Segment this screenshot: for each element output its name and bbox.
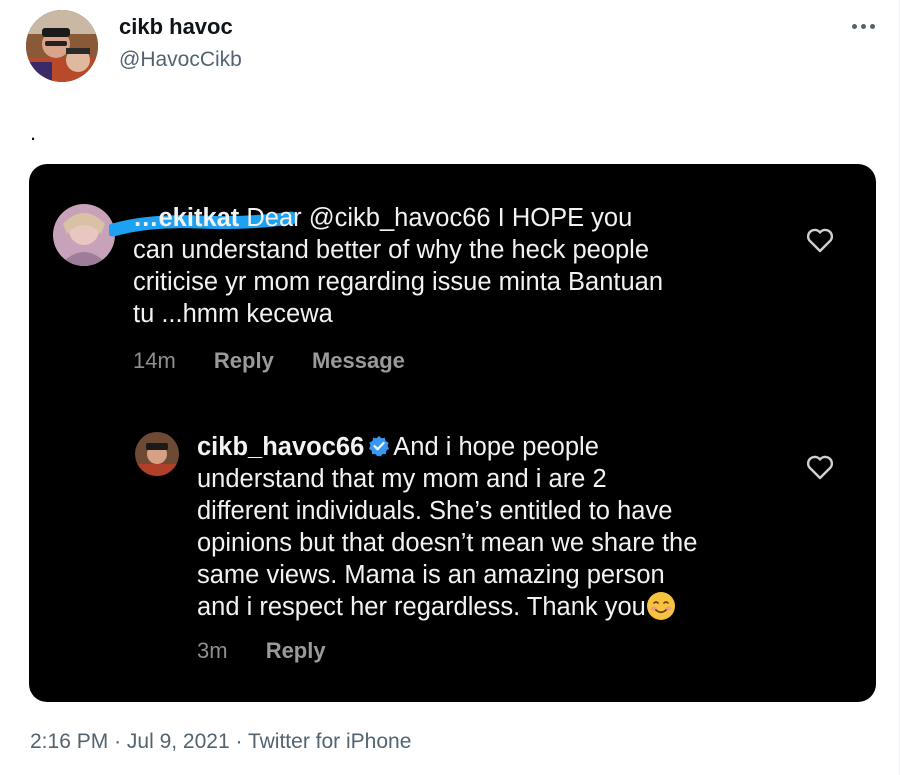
comment-1-line-2: can understand better of why the heck pe… xyxy=(133,236,650,264)
profile-avatar[interactable] xyxy=(26,10,98,82)
comment-2-line-6: and i respect her regardless. Thank you xyxy=(197,593,646,621)
comment-2-text: cikb_havoc66 And i hope people understan… xyxy=(197,431,697,623)
comment-2-line-3: different individuals. She’s entitled to… xyxy=(197,497,673,525)
tweet-text: . xyxy=(30,120,37,145)
separator: · xyxy=(114,730,122,753)
verified-badge-icon xyxy=(369,436,390,457)
user-handle[interactable]: @HavocCikb xyxy=(119,48,242,72)
comment-2-line-5: same views. Mama is an amazing person xyxy=(197,561,665,589)
more-options-button[interactable] xyxy=(846,12,880,40)
tweet-source[interactable]: Twitter for iPhone xyxy=(248,730,411,753)
comment-1-line-1: Dear @cikb_havoc66 I HOPE you xyxy=(246,204,633,232)
comment-1-line-3: criticise yr mom regarding issue minta B… xyxy=(133,268,664,296)
comment-2-reply-button[interactable]: Reply xyxy=(266,638,326,664)
display-name[interactable]: cikb havoc xyxy=(119,14,233,40)
comment-1-message-button[interactable]: Message xyxy=(312,348,405,374)
heart-outline-icon[interactable] xyxy=(806,227,834,253)
comment-2-username[interactable]: cikb_havoc66 xyxy=(197,433,364,461)
comment-2-line-2: understand that my mom and i are 2 xyxy=(197,465,607,493)
more-horizontal-icon xyxy=(850,23,877,29)
heart-outline-icon[interactable] xyxy=(806,454,834,480)
tweet-time[interactable]: 2:16 PM xyxy=(30,730,108,753)
comment-1-time: 14m xyxy=(133,348,176,373)
tweet-media-image[interactable]: …ekitkat Dear @cikb_havoc66 I HOPE you c… xyxy=(29,164,876,702)
comment-1-reply-button[interactable]: Reply xyxy=(214,348,274,374)
tweet-timestamp: 2:16 PM · Jul 9, 2021 · Twitter for iPho… xyxy=(30,730,411,754)
reply-avatar xyxy=(135,432,179,476)
comment-1-username: …ekitkat xyxy=(133,204,240,232)
comment-1-text: …ekitkat Dear @cikb_havoc66 I HOPE you c… xyxy=(133,202,663,330)
comment-2-time: 3m xyxy=(197,638,228,663)
comment-1-meta: 14m Reply Message xyxy=(133,348,437,374)
comment-2-meta: 3m Reply xyxy=(197,638,358,664)
separator: · xyxy=(235,730,243,753)
comment-2-line-1: And i hope people xyxy=(393,433,599,461)
commenter-avatar xyxy=(53,204,115,266)
tweet-date[interactable]: Jul 9, 2021 xyxy=(127,730,230,753)
comment-1-line-4: tu ...hmm kecewa xyxy=(133,300,333,328)
smiling-face-emoji xyxy=(646,592,675,620)
comment-2-line-4: opinions but that doesn’t mean we share … xyxy=(197,529,698,557)
